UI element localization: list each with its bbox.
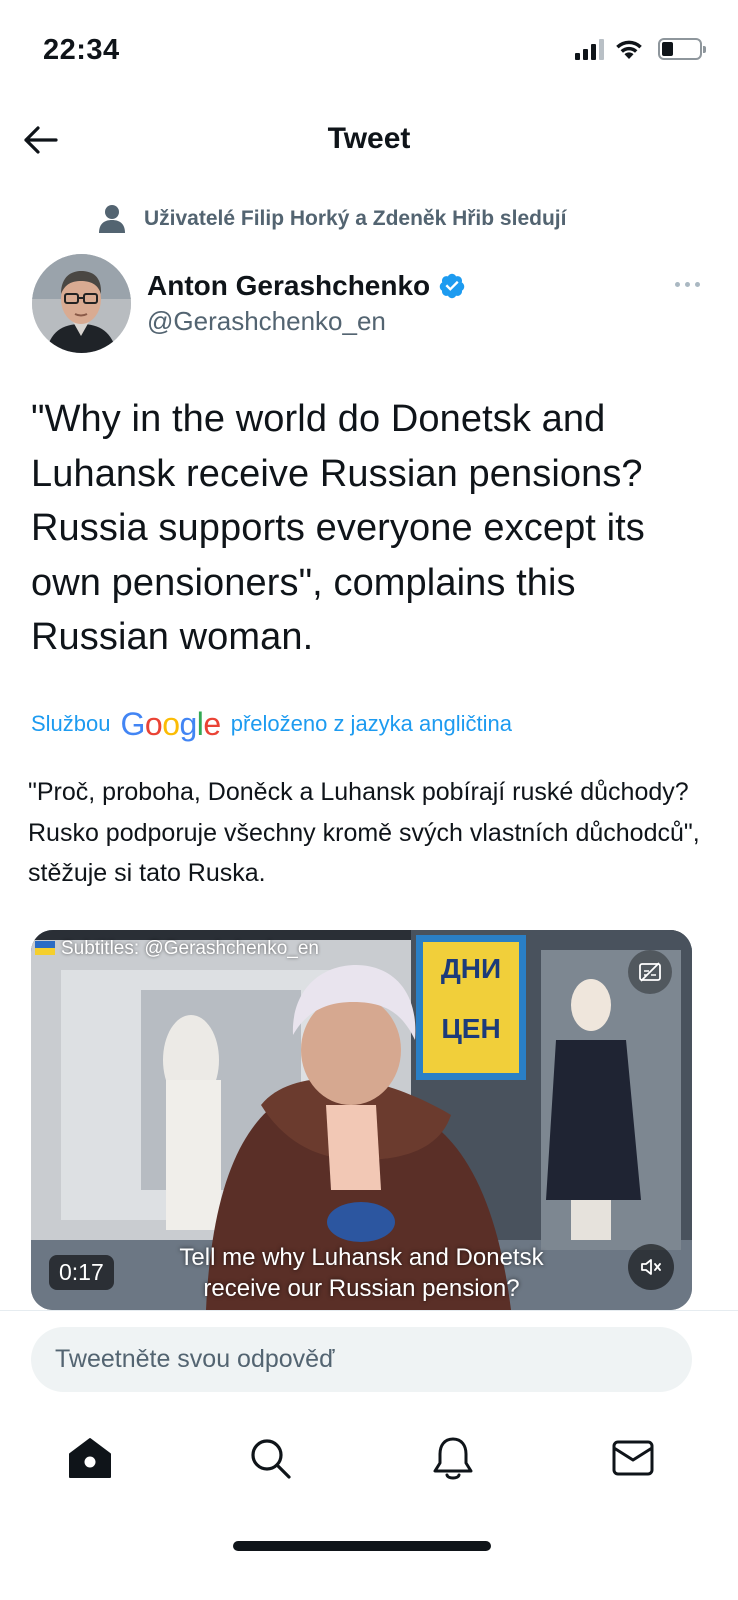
translation-suffix: přeloženo z jazyka angličtina (230, 711, 512, 736)
cellular-signal-icon (575, 38, 604, 60)
video-player[interactable]: ДНИ ЦЕН Subtitles: @Gerashchenko_en Tell… (31, 930, 692, 1310)
reply-input[interactable] (31, 1327, 692, 1392)
mute-button[interactable] (628, 1244, 674, 1290)
battery-level (662, 42, 673, 56)
author-name: Anton Gerashchenko (147, 270, 431, 301)
messages-icon (612, 1440, 654, 1476)
avatar[interactable] (32, 254, 131, 353)
google-logo: Google (120, 706, 222, 742)
page-title: Tweet (327, 122, 411, 155)
search-icon (251, 1439, 291, 1479)
avatar-image (32, 254, 131, 353)
status-icons (575, 38, 706, 60)
tab-search[interactable] (246, 1434, 294, 1482)
social-context[interactable]: Uživatelé Filip Horký a Zdeněk Hřib sled… (98, 204, 566, 234)
translation-prefix: Službou (31, 711, 111, 736)
status-bar: 22:34 (0, 0, 738, 104)
author-handle[interactable]: @Gerashchenko_en (147, 306, 386, 337)
subtitle-credit: Subtitles: @Gerashchenko_en (61, 938, 319, 959)
tab-home[interactable] (66, 1434, 114, 1482)
verified-badge-icon (439, 273, 465, 299)
translation-attribution[interactable]: Službou Google přeloženo z jazyka anglič… (31, 708, 512, 740)
more-dots-icon (675, 282, 680, 287)
tab-notifications[interactable] (429, 1434, 477, 1482)
ukraine-flag-icon (35, 941, 55, 955)
person-icon (99, 205, 125, 233)
sign-text-2: ЦЕН (441, 1013, 500, 1044)
nav-header: Tweet (0, 104, 738, 176)
more-options-button[interactable] (669, 276, 706, 293)
captions-button[interactable] (628, 950, 672, 994)
speaker-muted-icon (641, 1259, 661, 1275)
tab-messages[interactable] (609, 1434, 657, 1482)
home-indicator (233, 1541, 491, 1551)
wifi-icon (616, 40, 642, 59)
status-time: 22:34 (43, 34, 120, 66)
battery-icon (658, 38, 706, 60)
social-context-text: Uživatelé Filip Horký a Zdeněk Hřib sled… (144, 207, 567, 230)
video-caption: Tell me why Luhansk and Donetsk receive … (179, 1244, 544, 1302)
sign-text-1: ДНИ (441, 953, 501, 984)
notifications-icon (433, 1437, 473, 1480)
author-name-row[interactable]: Anton Gerashchenko (147, 270, 466, 302)
divider (0, 1310, 738, 1311)
home-icon (69, 1438, 111, 1478)
captions-off-icon (639, 962, 661, 982)
tweet-author: Anton Gerashchenko @Gerashchenko_en (32, 254, 706, 354)
translated-text: "Proč, proboha, Doněck a Luhansk pobíraj… (28, 778, 700, 887)
video-time: 0:17 (49, 1255, 114, 1290)
tweet-text: "Why in the world do Donetsk and Luhansk… (31, 398, 645, 658)
tab-bar (0, 1410, 738, 1500)
